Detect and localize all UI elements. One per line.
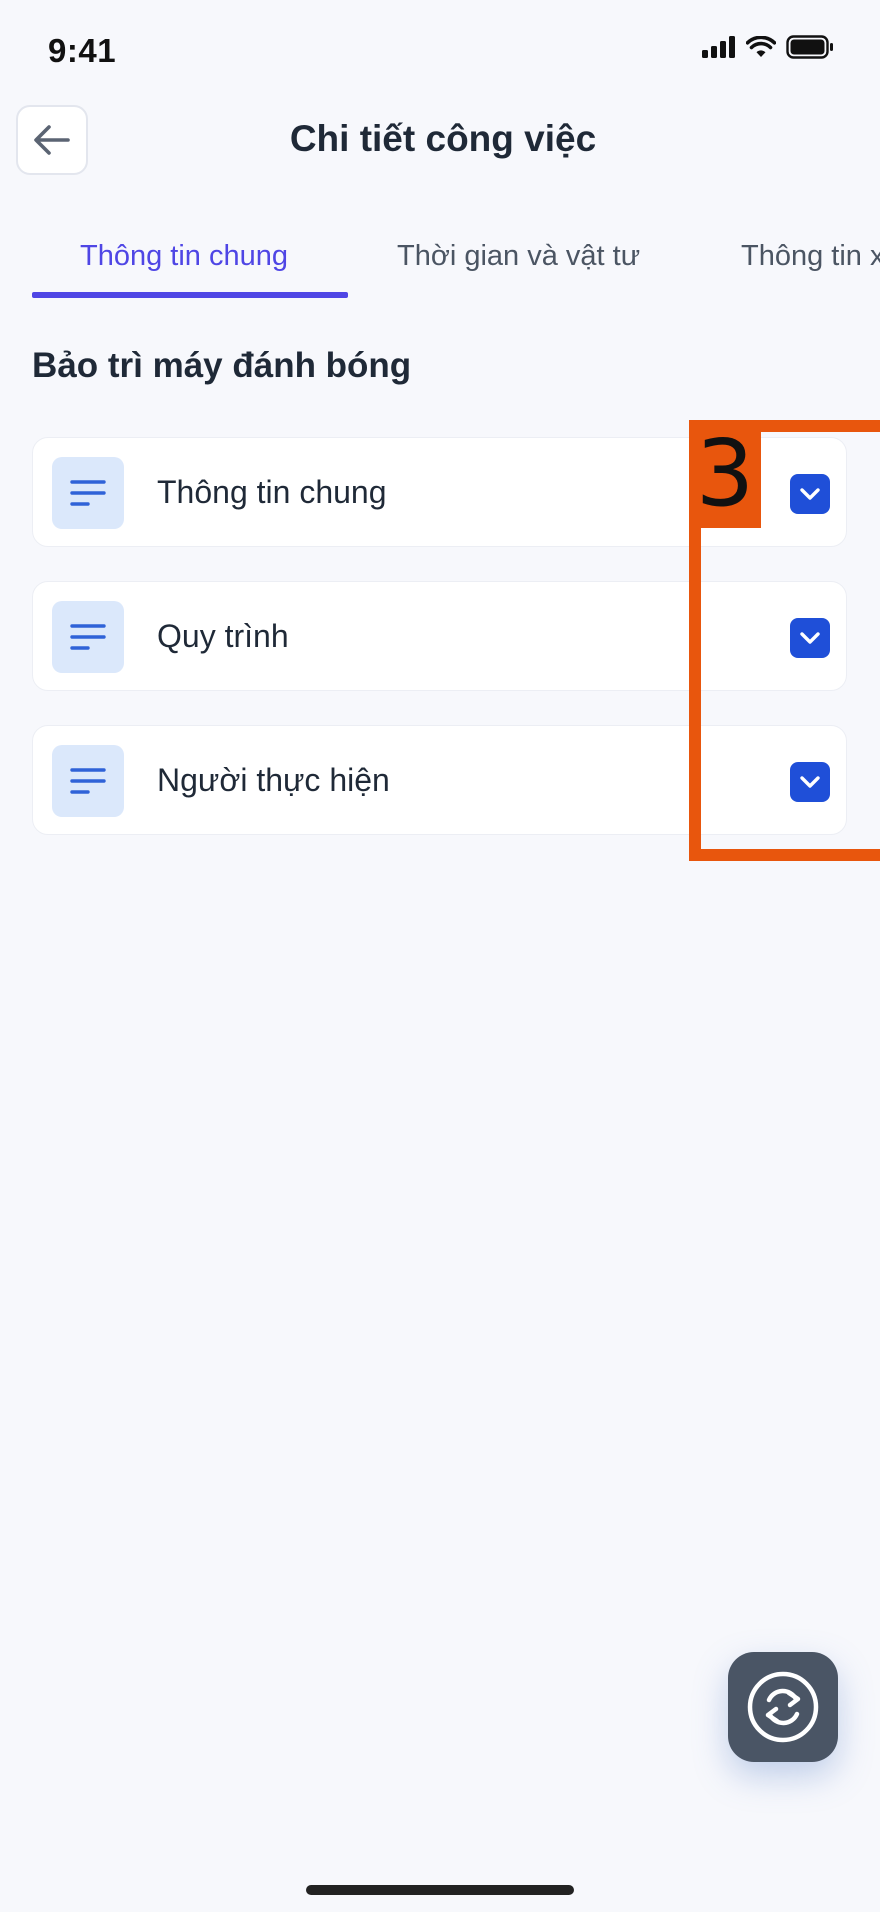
lines-icon bbox=[52, 457, 124, 529]
lines-icon bbox=[52, 601, 124, 673]
home-indicator bbox=[306, 1885, 574, 1895]
status-time: 9:41 bbox=[48, 32, 117, 69]
screen: 9:41 Chi tiết công việc Thông tin chung … bbox=[0, 0, 880, 1912]
accordion-label: Quy trình bbox=[157, 618, 289, 654]
page-title-text: Chi tiết công việc bbox=[289, 118, 597, 159]
active-tab-indicator bbox=[32, 292, 348, 298]
signal-icon bbox=[702, 36, 735, 58]
wifi-icon bbox=[746, 36, 776, 57]
tab-more-info[interactable]: Thông tin x bbox=[741, 240, 880, 273]
accordion-label: Người thực hiện bbox=[157, 762, 390, 798]
accordion-label: Thông tin chung bbox=[157, 474, 387, 510]
sync-button[interactable] bbox=[728, 1652, 838, 1762]
page-title: Chi tiết công việc bbox=[0, 118, 880, 160]
tab-time-materials[interactable]: Thời gian và vật tư bbox=[397, 240, 640, 273]
tab-general-info[interactable]: Thông tin chung bbox=[80, 240, 288, 273]
battery-icon bbox=[786, 35, 833, 59]
status-icons bbox=[702, 32, 834, 62]
section-title: Bảo trì máy đánh bóng bbox=[32, 346, 412, 385]
lines-icon bbox=[52, 745, 124, 817]
annotation-number: 3 bbox=[695, 420, 755, 527]
tab-bar: Thông tin chung Thời gian và vật tư Thôn… bbox=[0, 240, 880, 300]
sync-icon bbox=[747, 1671, 819, 1743]
